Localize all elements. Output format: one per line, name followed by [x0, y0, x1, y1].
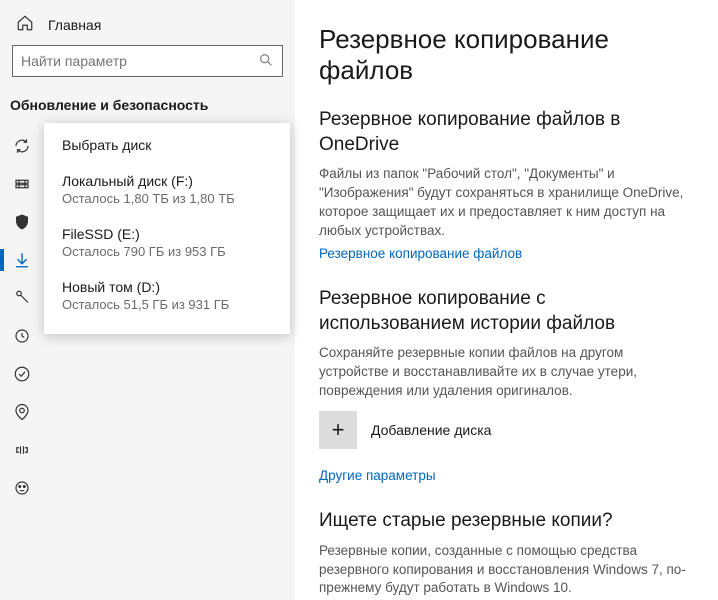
file-history-body: Сохраняйте резервные копии файлов на дру… — [319, 344, 690, 401]
file-history-section: Резервное копирование с использованием и… — [319, 287, 690, 483]
add-disk-button[interactable]: + — [319, 411, 357, 449]
more-options-link[interactable]: Другие параметры — [319, 468, 436, 483]
page-title: Резервное копирование файлов — [319, 24, 690, 86]
onedrive-section: Резервное копирование файлов в OneDrive … — [319, 108, 690, 261]
onedrive-body: Файлы из папок "Рабочий стол", "Документ… — [319, 165, 690, 241]
disk-option[interactable]: Новый том (D:) Осталось 51,5 ГБ из 931 Г… — [44, 269, 290, 322]
old-backup-heading: Ищете старые резервные копии? — [319, 509, 690, 534]
home-icon — [16, 14, 34, 35]
category-heading: Обновление и безопасность — [0, 91, 295, 123]
old-backup-body: Резервные копии, созданные с помощью сре… — [319, 542, 690, 599]
file-history-heading: Резервное копирование с использованием и… — [319, 287, 690, 336]
search-input-wrap[interactable] — [12, 45, 283, 77]
disk-name: Новый том (D:) — [62, 279, 272, 295]
sidebar-item-troubleshoot[interactable] — [0, 283, 44, 313]
search-container — [0, 45, 295, 91]
disk-select-popup: Выбрать диск Локальный диск (F:) Осталос… — [44, 123, 290, 334]
plus-icon: + — [332, 417, 345, 443]
search-input[interactable] — [21, 53, 258, 69]
disk-option[interactable]: FileSSD (E:) Осталось 790 ГБ из 953 ГБ — [44, 216, 290, 269]
sidebar-item-recovery[interactable] — [0, 321, 44, 351]
add-disk-row: + Добавление диска — [319, 411, 690, 449]
sidebar-body: Выбрать диск Локальный диск (F:) Осталос… — [0, 123, 295, 600]
sidebar-item-insider[interactable] — [0, 473, 44, 503]
disk-name: Локальный диск (F:) — [62, 173, 272, 189]
search-icon — [258, 52, 274, 71]
disk-sub: Осталось 790 ГБ из 953 ГБ — [62, 244, 272, 259]
disk-popup-title: Выбрать диск — [62, 137, 272, 153]
sidebar-item-activation[interactable] — [0, 359, 44, 389]
disk-sub: Осталось 1,80 ТБ из 1,80 ТБ — [62, 191, 272, 206]
settings-sidebar: Главная Обновление и безопасность — [0, 0, 295, 600]
main-content: Резервное копирование файлов Резервное к… — [295, 0, 718, 600]
onedrive-heading: Резервное копирование файлов в OneDrive — [319, 108, 690, 157]
disk-popup-title-row[interactable]: Выбрать диск — [44, 127, 290, 163]
sidebar-item-sync[interactable] — [0, 131, 44, 161]
add-disk-label: Добавление диска — [371, 422, 491, 438]
disk-sub: Осталось 51,5 ГБ из 931 ГБ — [62, 297, 272, 312]
sidebar-item-delivery[interactable] — [0, 169, 44, 199]
sidebar-item-security[interactable] — [0, 207, 44, 237]
disk-option[interactable]: Локальный диск (F:) Осталось 1,80 ТБ из … — [44, 163, 290, 216]
disk-name: FileSSD (E:) — [62, 226, 272, 242]
old-backup-section: Ищете старые резервные копии? Резервные … — [319, 509, 690, 600]
sidebar-item-find-device[interactable] — [0, 397, 44, 427]
sidebar-rail — [0, 123, 44, 600]
sidebar-item-backup[interactable] — [0, 245, 44, 275]
sidebar-item-developers[interactable] — [0, 435, 44, 465]
onedrive-backup-link[interactable]: Резервное копирование файлов — [319, 246, 522, 261]
home-nav[interactable]: Главная — [0, 0, 295, 45]
home-label: Главная — [48, 17, 101, 33]
